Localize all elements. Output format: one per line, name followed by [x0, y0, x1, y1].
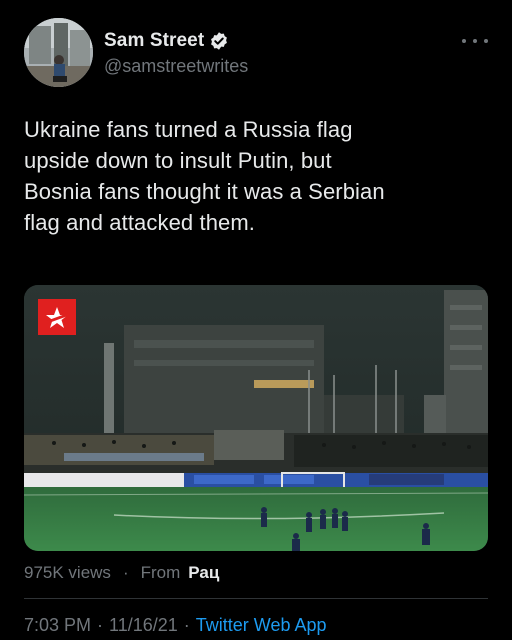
- stadium-scene-image: [24, 285, 488, 551]
- views-count: 975K views: [24, 563, 111, 582]
- client-app-link[interactable]: Twitter Web App: [196, 615, 327, 636]
- tweet-time[interactable]: 7:03 PM: [24, 615, 91, 636]
- author-avatar[interactable]: [24, 18, 93, 87]
- view-stats-row: 975K views · From Рац: [24, 563, 219, 583]
- broadcaster-logo-icon: [38, 299, 76, 335]
- tweet-meta-row: 7:03 PM · 11/16/21 · Twitter Web App: [24, 615, 327, 636]
- author-name[interactable]: Sam Street: [104, 30, 204, 52]
- separator-dot: ·: [122, 563, 129, 582]
- separator-dot: ·: [183, 615, 190, 635]
- more-options-icon[interactable]: [462, 36, 488, 46]
- verified-badge-icon: [211, 32, 228, 50]
- tweet-date[interactable]: 11/16/21: [109, 615, 178, 636]
- media-source-link[interactable]: Рац: [188, 563, 219, 583]
- video-media[interactable]: [24, 285, 488, 551]
- tweet-header: Sam Street @samstreetwrites: [24, 18, 488, 88]
- author-handle[interactable]: @samstreetwrites: [104, 56, 248, 77]
- separator-dot: ·: [97, 615, 104, 635]
- from-label: From: [140, 563, 181, 582]
- divider: [24, 598, 488, 599]
- tweet-text: Ukraine fans turned a Russia flag upside…: [24, 117, 385, 235]
